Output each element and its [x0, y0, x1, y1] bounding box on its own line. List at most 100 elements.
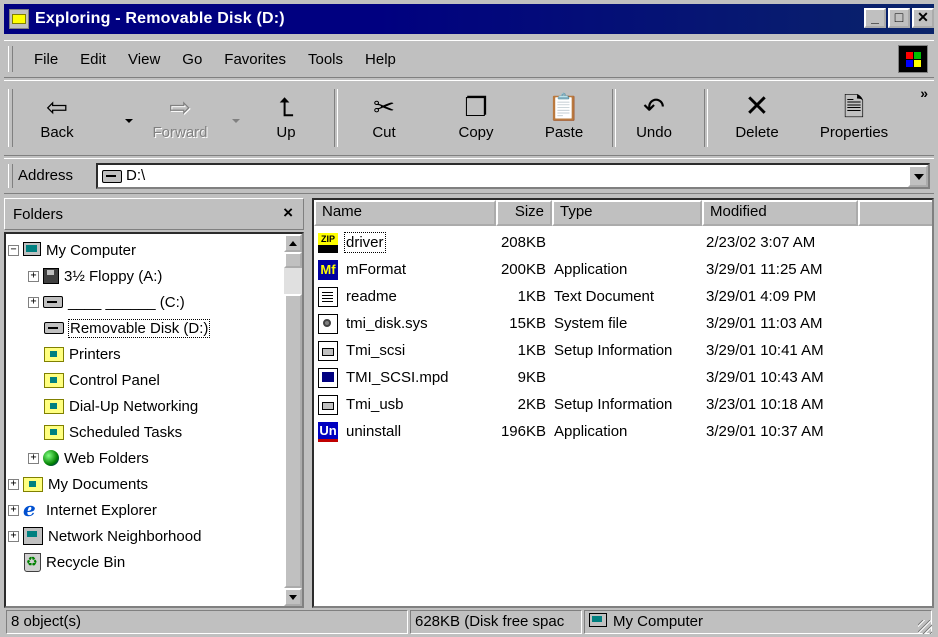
- file-row-readme[interactable]: readme 1KB Text Document 3/29/01 4:09 PM: [314, 284, 932, 310]
- copy-label: Copy: [458, 124, 494, 141]
- my-documents-icon: [23, 476, 43, 492]
- menu-favorites[interactable]: Favorites: [213, 51, 297, 68]
- menu-help[interactable]: Help: [354, 51, 407, 68]
- tree-item-label: Dial-Up Networking: [69, 397, 199, 415]
- close-button[interactable]: ✕: [912, 8, 934, 28]
- tree-item-removable-disk[interactable]: Removable Disk (D:): [44, 316, 211, 340]
- network-icon: [23, 527, 43, 545]
- status-zone-label: My Computer: [613, 613, 704, 630]
- expand-toggle[interactable]: +: [8, 530, 19, 542]
- expand-toggle[interactable]: +: [28, 296, 39, 308]
- folders-title: Folders: [13, 206, 64, 223]
- tree-item-scheduled-tasks[interactable]: Scheduled Tasks: [44, 420, 182, 444]
- scroll-thumb-top[interactable]: [284, 252, 302, 268]
- file-row-uninstall[interactable]: uninstall 196KB Application 3/29/01 10:3…: [314, 419, 932, 445]
- tree-item-network-neighborhood[interactable]: + Network Neighborhood: [8, 524, 201, 548]
- file-modified: 3/29/01 11:25 AM: [706, 261, 823, 278]
- copy-button[interactable]: ❐ Copy: [444, 85, 508, 151]
- tree-item-my-documents[interactable]: + My Documents: [8, 472, 148, 496]
- expand-toggle[interactable]: +: [8, 478, 19, 490]
- back-history-dropdown[interactable]: [125, 119, 133, 123]
- cut-label: Cut: [372, 124, 396, 141]
- column-header-type[interactable]: Type: [552, 200, 702, 226]
- file-name: mFormat: [346, 261, 406, 278]
- folders-header: Folders ×: [4, 198, 304, 230]
- title-bar[interactable]: Exploring - Removable Disk (D:) _ □ ✕: [4, 4, 934, 34]
- uninstall-app-icon: [318, 422, 338, 442]
- column-header-name[interactable]: Name: [314, 200, 496, 226]
- menu-tools[interactable]: Tools: [297, 51, 354, 68]
- minimize-button[interactable]: _: [864, 8, 886, 28]
- paste-button[interactable]: 📋 Paste: [532, 85, 596, 151]
- properties-icon: 🗎: [843, 92, 865, 122]
- column-header-modified[interactable]: Modified: [702, 200, 858, 226]
- collapse-toggle[interactable]: −: [8, 244, 19, 256]
- maximize-button[interactable]: □: [888, 8, 910, 28]
- resize-grip[interactable]: [918, 620, 932, 634]
- tree-item-c-drive[interactable]: + ____ ______ (C:): [28, 290, 185, 314]
- tree-item-my-computer[interactable]: − My Computer: [8, 238, 136, 262]
- address-grip[interactable]: [8, 164, 13, 188]
- dialup-folder-icon: [44, 398, 64, 414]
- floppy-icon: [43, 268, 59, 284]
- file-type: Text Document: [554, 288, 655, 305]
- folders-close-button[interactable]: ×: [283, 203, 293, 223]
- tree-item-control-panel[interactable]: Control Panel: [44, 368, 160, 392]
- file-row-driver[interactable]: driver 208KB 2/23/02 3:07 AM: [314, 230, 932, 256]
- mformat-app-icon: [318, 260, 338, 280]
- up-folder-icon: ⮤: [278, 92, 294, 122]
- scroll-thumb[interactable]: [284, 294, 302, 588]
- tree-item-recycle-bin[interactable]: Recycle Bin: [24, 550, 125, 574]
- forward-arrow-icon: ⇨: [169, 92, 191, 122]
- tree-item-label: My Documents: [48, 475, 149, 493]
- exploring-app-icon[interactable]: [9, 9, 29, 29]
- file-row-tmi-scsi[interactable]: Tmi_scsi 1KB Setup Information 3/29/01 1…: [314, 338, 932, 364]
- tree-item-internet-explorer[interactable]: + e Internet Explorer: [8, 498, 157, 522]
- undo-button[interactable]: ↶ Undo: [622, 85, 686, 151]
- menu-view[interactable]: View: [117, 51, 171, 68]
- column-header-size[interactable]: Size: [496, 200, 552, 226]
- internet-explorer-icon: e: [23, 497, 36, 521]
- up-button[interactable]: ⮤ Up: [256, 85, 316, 151]
- expand-toggle[interactable]: +: [8, 504, 19, 516]
- expand-toggle[interactable]: +: [28, 452, 39, 464]
- drive-icon: [44, 322, 64, 334]
- tree-item-printers[interactable]: Printers: [44, 342, 121, 366]
- toolbar-overflow-chevron[interactable]: »: [920, 85, 928, 101]
- address-value[interactable]: D:\: [126, 167, 145, 184]
- scroll-up-button[interactable]: [284, 234, 302, 252]
- file-row-tmi-usb[interactable]: Tmi_usb 2KB Setup Information 3/23/01 10…: [314, 392, 932, 418]
- cut-button[interactable]: ✂ Cut: [352, 85, 416, 151]
- explorer-window: Exploring - Removable Disk (D:) _ □ ✕ Fi…: [0, 0, 938, 637]
- tree-item-floppy[interactable]: + 3½ Floppy (A:): [28, 264, 162, 288]
- back-button[interactable]: ⇦ Back: [24, 85, 90, 151]
- forward-history-dropdown[interactable]: [232, 119, 240, 123]
- folders-pane: Folders × − My Computer + 3½ Floppy (A:)…: [4, 198, 304, 608]
- menu-file[interactable]: File: [23, 51, 69, 68]
- address-dropdown-button[interactable]: [908, 165, 928, 187]
- toolbar-grip[interactable]: [8, 89, 13, 147]
- tree-item-web-folders[interactable]: + Web Folders: [28, 446, 149, 470]
- address-input[interactable]: D:\: [96, 163, 930, 189]
- file-modified: 3/29/01 11:03 AM: [706, 315, 823, 332]
- text-document-icon: [318, 287, 338, 307]
- window-controls: _ □ ✕: [862, 8, 934, 28]
- menu-go[interactable]: Go: [171, 51, 213, 68]
- folder-tree-scrollbar[interactable]: [284, 234, 302, 606]
- menu-edit[interactable]: Edit: [69, 51, 117, 68]
- file-modified: 2/23/02 3:07 AM: [706, 234, 816, 251]
- recycle-bin-icon: [24, 552, 41, 572]
- file-modified: 3/29/01 4:09 PM: [706, 288, 817, 305]
- status-bar: 8 object(s) 628KB (Disk free spac My Com…: [4, 610, 934, 636]
- file-row-tmi-disk-sys[interactable]: tmi_disk.sys 15KB System file 3/29/01 11…: [314, 311, 932, 337]
- menu-grip[interactable]: [8, 46, 13, 72]
- properties-button[interactable]: 🗎 Properties: [808, 85, 900, 151]
- scroll-down-button[interactable]: [284, 588, 302, 606]
- file-row-mformat[interactable]: mFormat 200KB Application 3/29/01 11:25 …: [314, 257, 932, 283]
- forward-button[interactable]: ⇨ Forward: [140, 85, 220, 151]
- tree-item-dialup-networking[interactable]: Dial-Up Networking: [44, 394, 198, 418]
- column-header-empty: [858, 200, 932, 226]
- delete-button[interactable]: ✕ Delete: [720, 85, 794, 151]
- file-row-tmi-scsi-mpd[interactable]: TMI_SCSI.mpd 9KB 3/29/01 10:43 AM: [314, 365, 932, 391]
- expand-toggle[interactable]: +: [28, 270, 39, 282]
